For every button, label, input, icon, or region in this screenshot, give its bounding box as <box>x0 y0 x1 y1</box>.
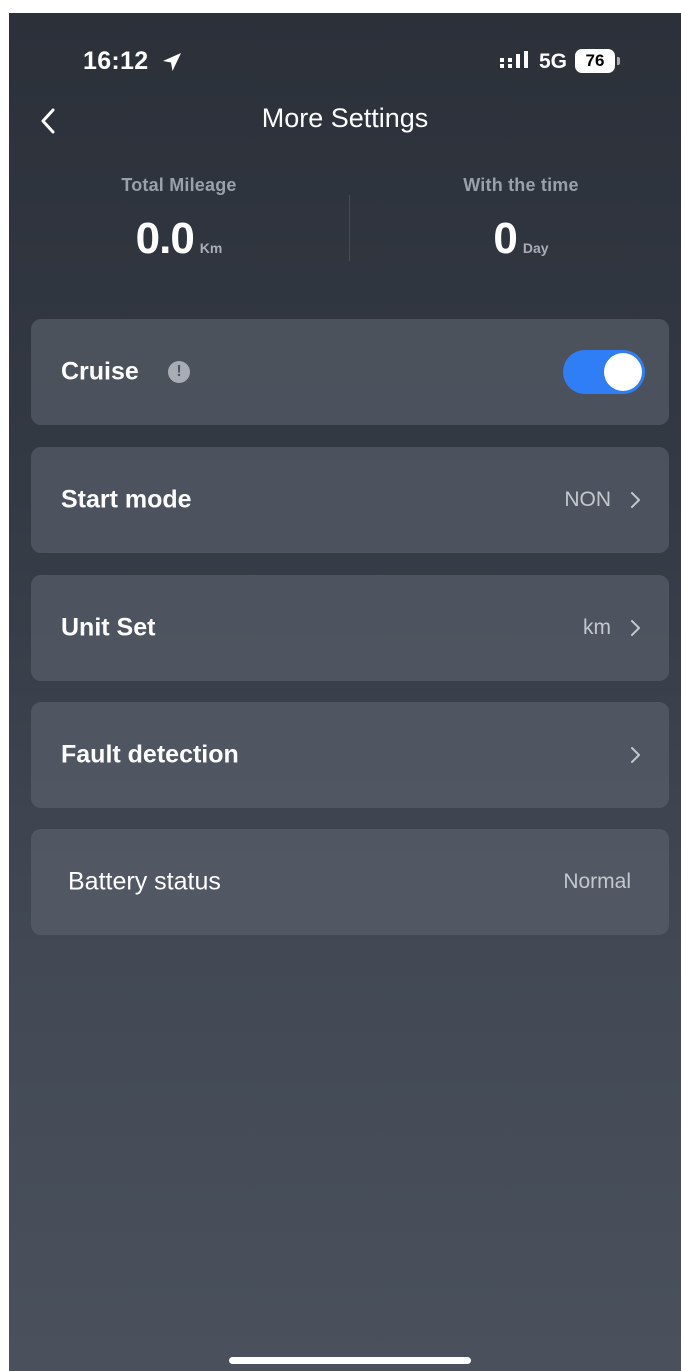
battery-status-row: Battery status Normal <box>31 829 669 935</box>
app-screen: 16:12 5G 76 More Settings Total Mileage … <box>9 13 681 1371</box>
home-indicator[interactable] <box>229 1357 471 1364</box>
page-title: More Settings <box>261 103 429 133</box>
network-type: 5G <box>539 50 568 73</box>
location-arrow-icon <box>163 53 181 71</box>
with-time-label: With the time <box>463 175 579 195</box>
cruise-row: Cruise ! <box>31 319 669 425</box>
chevron-right-icon <box>631 747 640 763</box>
with-time-stat: With the time 0 Day <box>391 175 651 264</box>
start-mode-row[interactable]: Start mode NON <box>31 447 669 553</box>
back-chevron-icon[interactable] <box>31 101 71 141</box>
fault-detection-row[interactable]: Fault detection <box>31 702 669 808</box>
battery-status-value: Normal <box>563 870 631 893</box>
battery-icon: 76 <box>575 49 615 73</box>
cruise-toggle[interactable] <box>563 350 645 394</box>
signal-strength-icon <box>500 51 528 68</box>
battery-cap <box>617 57 620 65</box>
chevron-right-icon <box>631 492 640 508</box>
start-mode-label: Start mode <box>61 485 192 514</box>
battery-status-label: Battery status <box>68 867 221 896</box>
status-bar: 16:12 5G 76 <box>9 13 681 103</box>
fault-detection-label: Fault detection <box>61 740 239 769</box>
with-time-value: 0 <box>493 214 518 263</box>
chevron-right-icon <box>631 620 640 636</box>
unit-set-value: km <box>583 616 611 639</box>
battery-level: 76 <box>585 51 605 70</box>
total-mileage-label: Total Mileage <box>121 175 237 195</box>
start-mode-value: NON <box>564 488 611 511</box>
unit-set-label: Unit Set <box>61 613 156 642</box>
with-time-unit: Day <box>522 240 549 256</box>
unit-set-row[interactable]: Unit Set km <box>31 575 669 681</box>
total-mileage-stat: Total Mileage 0.0 Km <box>49 175 309 264</box>
info-icon[interactable]: ! <box>168 361 190 383</box>
cruise-label: Cruise <box>61 357 139 386</box>
toggle-knob <box>604 353 642 391</box>
total-mileage-unit: Km <box>199 240 223 256</box>
total-mileage-value: 0.0 <box>135 214 195 263</box>
status-time: 16:12 <box>83 47 149 75</box>
stats-divider <box>349 195 350 261</box>
